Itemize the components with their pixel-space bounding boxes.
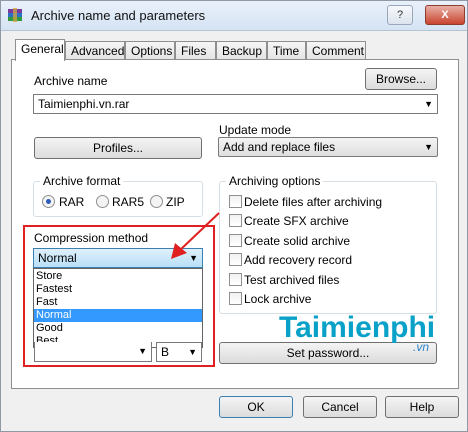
archive-name-value: Taimienphi.vn.rar [38,97,130,111]
lock-archive-checkbox[interactable] [229,292,242,305]
create-solid-checkbox[interactable] [229,234,242,247]
create-sfx-checkbox[interactable] [229,214,242,227]
archive-format-title: Archive format [40,174,124,188]
chevron-down-icon: ▼ [424,142,433,152]
archive-name-label: Archive name [34,74,108,88]
window-title: Archive name and parameters [31,8,206,23]
annotation-arrow-icon [171,212,220,259]
chevron-down-icon: ▼ [424,99,433,109]
update-mode-select[interactable]: Add and replace files ▼ [218,137,438,157]
rar-label: RAR [59,195,85,209]
title-bar: Archive name and parameters ? X [1,1,467,31]
ok-button[interactable]: OK [219,396,293,418]
create-solid-label: Create solid archive [244,234,351,248]
update-mode-label: Update mode [219,123,292,137]
watermark-brand: Taimienphi [279,311,436,344]
zip-label: ZIP [166,195,185,209]
cancel-button[interactable]: Cancel [303,396,377,418]
rar-radio[interactable] [42,195,55,208]
tab-files[interactable]: Files [175,41,216,60]
rar5-label: RAR5 [112,195,145,209]
rar5-radio[interactable] [96,195,109,208]
tab-general[interactable]: General [15,39,65,61]
test-archived-checkbox[interactable] [229,273,242,286]
update-mode-value: Add and replace files [223,140,336,154]
help-title-button[interactable]: ? [387,5,413,25]
browse-button[interactable]: Browse... [365,68,437,90]
delete-files-checkbox[interactable] [229,195,242,208]
create-sfx-label: Create SFX archive [244,214,349,228]
recovery-record-label: Add recovery record [244,253,353,267]
tab-comment[interactable]: Comment [306,41,366,60]
profiles-button[interactable]: Profiles... [34,137,202,159]
tab-options[interactable]: Options [125,41,175,60]
archiving-options-title: Archiving options [226,174,324,188]
tab-backup[interactable]: Backup [216,41,267,60]
close-button[interactable]: X [425,5,465,25]
set-password-button[interactable]: Set password... [219,342,437,364]
tab-time[interactable]: Time [267,41,306,60]
zip-radio[interactable] [150,195,163,208]
winrar-icon [8,8,22,22]
recovery-record-checkbox[interactable] [229,253,242,266]
dialog-window: Archive name and parameters ? X General … [0,0,468,432]
help-button[interactable]: Help [385,396,459,418]
tab-advanced[interactable]: Advanced [65,41,125,60]
lock-archive-label: Lock archive [244,292,312,306]
delete-files-label: Delete files after archiving [244,195,383,209]
watermark-tld: .vn [413,340,430,354]
test-archived-label: Test archived files [244,273,340,287]
archive-name-input[interactable]: Taimienphi.vn.rar ▼ [33,94,438,114]
